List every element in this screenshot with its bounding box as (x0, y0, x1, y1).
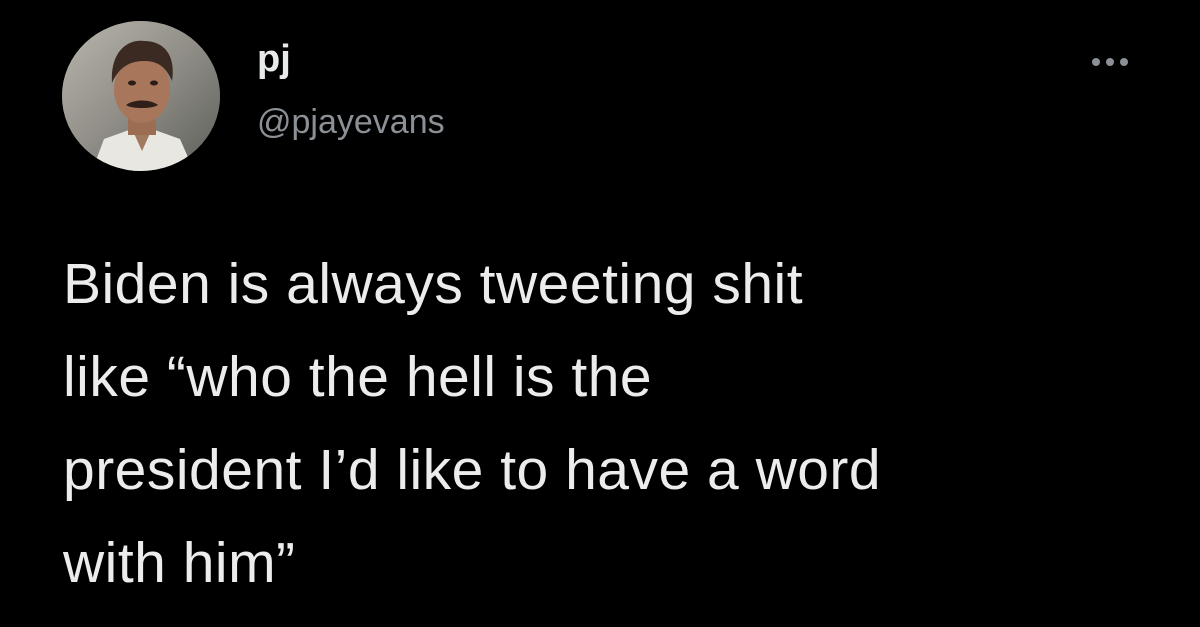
author-handle[interactable]: @pjayevans (257, 105, 445, 139)
author-display-name[interactable]: pj (257, 40, 291, 78)
tweet-text: Biden is always tweeting shit like “who … (63, 252, 882, 595)
more-horizontal-icon (1092, 58, 1128, 66)
avatar-photo (62, 21, 220, 171)
more-options-button[interactable] (1088, 42, 1144, 82)
tweet-card: pj @pjayevans Biden is always tweeting s… (0, 0, 1200, 627)
avatar[interactable] (62, 21, 220, 171)
